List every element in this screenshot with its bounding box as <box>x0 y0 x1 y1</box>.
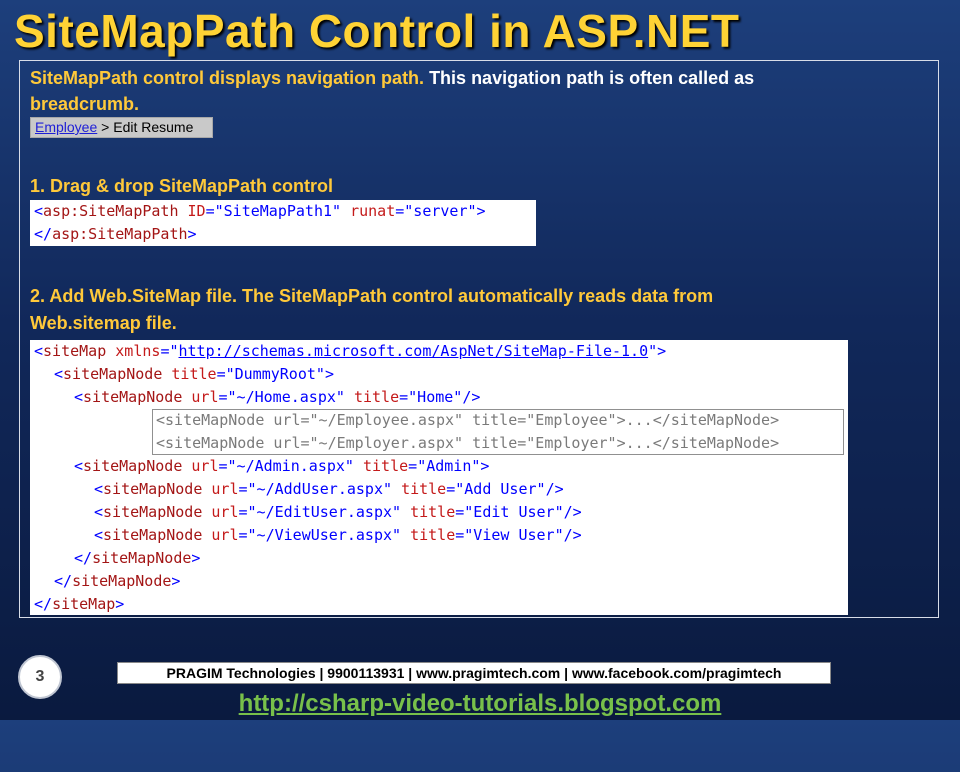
intro-rest: This navigation path is often called as <box>424 68 755 88</box>
code-line: </asp:SiteMapPath> <box>34 225 197 243</box>
schema-url-link[interactable]: http://schemas.microsoft.com/AspNet/Site… <box>179 342 649 360</box>
code-line: <asp:SiteMapPath ID="SiteMapPath1" runat… <box>34 202 486 220</box>
step1-heading: 1. Drag & drop SiteMapPath control <box>30 176 334 196</box>
collapsed-node-employer[interactable]: <siteMapNode url="~/Employer.aspx" title… <box>156 432 779 455</box>
step1-code-block: <asp:SiteMapPath ID="SiteMapPath1" runat… <box>30 200 536 246</box>
collapsed-node-employee[interactable]: <siteMapNode url="~/Employee.aspx" title… <box>156 409 779 432</box>
breadcrumb-link-employee[interactable]: Employee <box>35 119 97 135</box>
code-line: </siteMap> <box>34 595 125 613</box>
code-line: </siteMapNode> <box>74 549 201 567</box>
slide-title: SiteMapPath Control in ASP.NET <box>14 5 740 57</box>
breadcrumb: Employee > Edit Resume <box>30 117 213 138</box>
step2-heading-line-1: 2. Add Web.SiteMap file. The SiteMapPath… <box>30 286 714 306</box>
intro-line-1: SiteMapPath control displays navigation … <box>30 68 754 89</box>
code-line: <siteMap xmlns="http://schemas.microsoft… <box>34 342 667 360</box>
footer-contact: PRAGIM Technologies | 9900113931 | www.p… <box>117 662 831 684</box>
code-line: <siteMapNode url="~/AddUser.aspx" title=… <box>94 480 564 498</box>
code-line: <siteMapNode url="~/EditUser.aspx" title… <box>94 503 582 521</box>
code-line: <siteMapNode url="~/Home.aspx" title="Ho… <box>74 388 481 406</box>
intro-highlight: SiteMapPath control displays navigation … <box>30 68 425 88</box>
code-line: <siteMapNode title="DummyRoot"> <box>54 365 334 383</box>
code-line: <siteMapNode url="~/ViewUser.aspx" title… <box>94 526 582 544</box>
step2-code-block: <siteMap xmlns="http://schemas.microsoft… <box>30 340 848 615</box>
step2-heading-line-2: Web.sitemap file. <box>30 313 177 333</box>
breadcrumb-separator: > <box>97 119 114 135</box>
footer-blog-link[interactable]: http://csharp-video-tutorials.blogspot.c… <box>0 690 960 718</box>
intro-line-2: breadcrumb. <box>30 94 140 114</box>
code-line: <siteMapNode url="~/Admin.aspx" title="A… <box>74 457 490 475</box>
breadcrumb-current: Edit Resume <box>113 119 194 135</box>
code-line: </siteMapNode> <box>54 572 181 590</box>
